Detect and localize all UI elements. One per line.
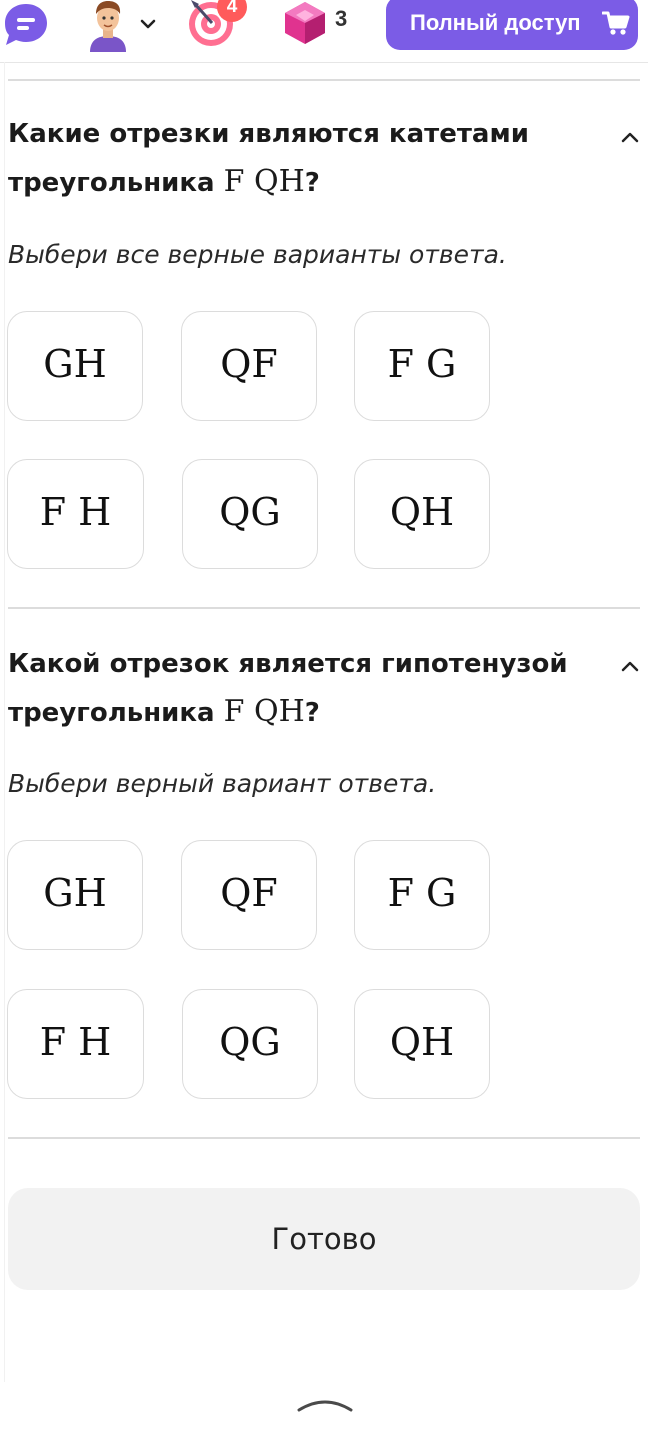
- question-mark: ?: [304, 698, 320, 728]
- question-title: Какой отрезок является гипотенузой треуг…: [8, 640, 598, 737]
- divider: [8, 607, 640, 609]
- gem-icon[interactable]: [282, 1, 328, 45]
- answer-option[interactable]: QH: [354, 989, 490, 1099]
- triangle-name: F QH: [223, 164, 305, 199]
- avatar[interactable]: [86, 0, 130, 52]
- chevron-down-icon[interactable]: [138, 14, 158, 34]
- full-access-button[interactable]: Полный доступ: [386, 0, 638, 50]
- answer-option[interactable]: GH: [7, 840, 143, 950]
- answer-option[interactable]: F H: [7, 989, 144, 1099]
- gems-count: 3: [335, 6, 348, 31]
- answer-option[interactable]: QF: [181, 840, 317, 950]
- answer-option[interactable]: QG: [182, 459, 318, 569]
- divider: [8, 1137, 640, 1139]
- question-mark: ?: [304, 168, 320, 198]
- chevron-up-icon[interactable]: [620, 657, 640, 677]
- chevron-up-icon[interactable]: [620, 128, 640, 148]
- chevron-up-icon[interactable]: [296, 1394, 354, 1414]
- divider: [8, 79, 640, 81]
- answer-option[interactable]: F H: [7, 459, 144, 569]
- top-bar: 4 3 Полный доступ: [0, 0, 648, 63]
- done-button[interactable]: Готово: [8, 1188, 640, 1290]
- answer-option[interactable]: QF: [181, 311, 317, 421]
- answer-option[interactable]: F G: [354, 311, 490, 421]
- cart-icon: [602, 11, 630, 35]
- answer-option[interactable]: QH: [354, 459, 490, 569]
- answer-option[interactable]: QG: [182, 989, 318, 1099]
- question-title: Какие отрезки являются катетами треуголь…: [8, 110, 598, 207]
- full-access-label: Полный доступ: [410, 10, 581, 35]
- chat-icon[interactable]: [3, 2, 49, 46]
- answer-option[interactable]: GH: [7, 311, 143, 421]
- triangle-name: F QH: [223, 694, 305, 729]
- instruction-text: Выбери все верные варианты ответа.: [8, 240, 507, 269]
- answer-option[interactable]: F G: [354, 840, 490, 950]
- instruction-text: Выбери верный вариант ответа.: [8, 769, 437, 798]
